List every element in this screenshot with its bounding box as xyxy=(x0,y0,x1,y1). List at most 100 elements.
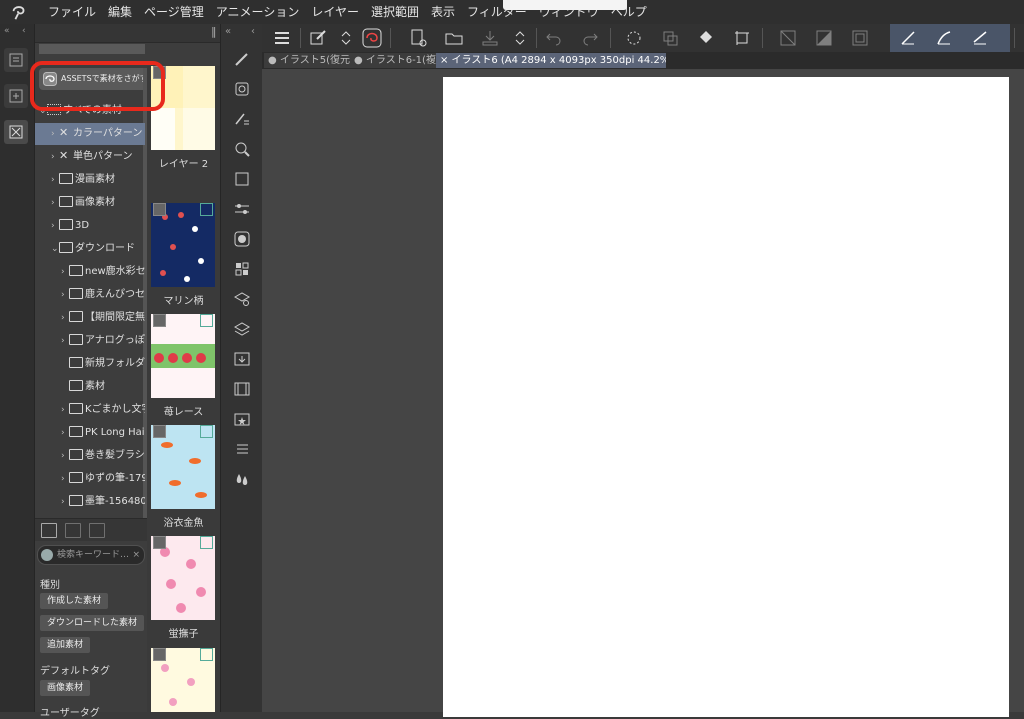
doc-tab-illust6-1[interactable]: ● イラスト6-1(複 xyxy=(350,53,442,68)
keyword-search-input[interactable]: 検索キーワード… × xyxy=(37,545,145,565)
chevron-right-icon[interactable]: › xyxy=(61,422,69,444)
chevron-right-icon[interactable]: › xyxy=(61,399,69,421)
material-thumbnail[interactable] xyxy=(151,203,215,287)
favorite-folder-icon[interactable] xyxy=(232,409,252,429)
material-thumbnail[interactable] xyxy=(151,314,215,398)
chevron-right-icon[interactable]: › xyxy=(51,215,59,237)
tag-created-materials[interactable]: 作成した素材 xyxy=(40,593,109,609)
updown-chevron-icon[interactable] xyxy=(336,28,356,48)
collapse-right-icon[interactable]: ‹ xyxy=(251,26,255,37)
menu-item[interactable]: 編集 xyxy=(108,0,132,24)
tree-item[interactable]: › 墨筆-156480 xyxy=(35,491,145,513)
menu-item[interactable]: ファイル xyxy=(48,0,96,24)
doc-tab-illust5[interactable]: ● イラスト5(復元 xyxy=(264,53,356,68)
panel-title-tab[interactable] xyxy=(39,44,145,54)
hamburger-menu-icon[interactable] xyxy=(272,28,292,48)
chevron-right-icon[interactable]: › xyxy=(51,123,59,145)
tree-item[interactable]: › アナログっぽ xyxy=(35,330,145,352)
canvas-paper[interactable] xyxy=(443,77,1009,717)
undo-icon[interactable] xyxy=(544,28,564,48)
tree-item[interactable]: 素材 xyxy=(35,376,145,398)
tree-item[interactable]: ⌄ ダウンロード xyxy=(35,238,145,260)
tree-item[interactable]: › PK Long Hair xyxy=(35,422,145,444)
fill-bucket-icon[interactable] xyxy=(696,28,716,48)
open-folder-icon[interactable] xyxy=(444,28,464,48)
chevron-right-icon[interactable]: › xyxy=(61,491,69,513)
strip-panel-b-icon[interactable] xyxy=(4,84,28,108)
assets-spiral-icon[interactable] xyxy=(362,28,382,48)
chevron-right-icon[interactable]: › xyxy=(51,192,59,214)
canvas-area[interactable] xyxy=(262,69,1024,717)
chevron-right-icon[interactable]: › xyxy=(61,261,69,283)
layer-search-icon[interactable] xyxy=(232,289,252,309)
chevron-right-icon[interactable]: › xyxy=(61,468,69,490)
collapse-left-icon[interactable]: « xyxy=(4,26,10,36)
thumbnail-checkbox[interactable] xyxy=(153,536,166,549)
adjust-sliders-icon[interactable] xyxy=(232,199,252,219)
material-thumbnail[interactable] xyxy=(151,425,215,509)
updown-chevron-icon-2[interactable] xyxy=(510,28,530,48)
tag-image-materials[interactable]: 画像素材 xyxy=(40,680,91,696)
strip-panel-a-icon[interactable] xyxy=(4,48,28,72)
water-drops-icon[interactable] xyxy=(232,469,252,489)
tool-property-icon[interactable] xyxy=(232,109,252,129)
doc-tab-illust6-active[interactable]: × イラスト6 (A4 2894 x 4093px 350dpi 44.2%) xyxy=(436,53,666,68)
copy-layers-icon[interactable] xyxy=(660,28,680,48)
pen-tool-icon[interactable] xyxy=(232,49,252,69)
tree-item[interactable]: › 【期間限定無料 xyxy=(35,307,145,329)
menu-item[interactable]: アニメーション xyxy=(216,0,300,24)
menu-item[interactable]: ページ管理 xyxy=(144,0,204,24)
sub-tool-icon[interactable] xyxy=(232,79,252,99)
tree-item[interactable]: › ✕ カラーパターン xyxy=(35,123,145,145)
tree-item[interactable]: › ゆずの筆-179 xyxy=(35,468,145,490)
gradient-square-icon[interactable] xyxy=(814,28,834,48)
border-square-icon[interactable] xyxy=(850,28,870,48)
thumbnail-checkbox[interactable] xyxy=(153,648,166,661)
tree-item[interactable]: 新規フォルダー xyxy=(35,353,145,375)
clear-search-icon[interactable]: × xyxy=(132,546,140,564)
chevron-down-icon[interactable]: ⌄ xyxy=(51,238,59,260)
layers-icon[interactable] xyxy=(232,319,252,339)
color-wheel-icon[interactable] xyxy=(232,229,252,249)
layer-property-icon[interactable] xyxy=(232,169,252,189)
chevron-right-icon[interactable]: › xyxy=(61,284,69,306)
panel-grip-icon[interactable]: ‖ xyxy=(211,25,217,38)
tree-item[interactable]: › ✕ 単色パターン xyxy=(35,146,145,168)
loading-spinner-icon[interactable] xyxy=(624,28,644,48)
chevron-right-icon[interactable]: › xyxy=(51,146,59,168)
save-icon[interactable] xyxy=(480,28,500,48)
tree-item[interactable]: › new鹿水彩セ xyxy=(35,261,145,283)
app-logo-icon[interactable] xyxy=(10,3,28,21)
tree-item[interactable]: › Kごまかし文字 xyxy=(35,399,145,421)
redo-icon[interactable] xyxy=(580,28,600,48)
history-list-icon[interactable] xyxy=(232,439,252,459)
tree-item[interactable]: › 画像素材 xyxy=(35,192,145,214)
thumbnail-checkbox[interactable] xyxy=(153,203,166,216)
tree-item[interactable]: › 3D xyxy=(35,215,145,237)
animation-timeline-icon[interactable] xyxy=(232,379,252,399)
color-set-icon[interactable] xyxy=(232,259,252,279)
stroke-curve-icon[interactable] xyxy=(934,28,954,48)
collapse-right-icon[interactable]: ‹ xyxy=(22,26,26,36)
menu-item[interactable]: 選択範囲 xyxy=(371,0,419,24)
new-folder-icon[interactable] xyxy=(41,523,57,538)
tree-item[interactable]: › 漫画素材 xyxy=(35,169,145,191)
material-download-icon[interactable] xyxy=(232,349,252,369)
crop-frame-icon[interactable] xyxy=(732,28,752,48)
tree-item[interactable]: › 鹿えんぴつセ xyxy=(35,284,145,306)
material-thumbnail[interactable] xyxy=(151,648,215,712)
menu-item[interactable]: 表示 xyxy=(431,0,455,24)
navigator-icon[interactable] xyxy=(232,139,252,159)
chevron-right-icon[interactable]: › xyxy=(61,307,69,329)
material-thumbnail[interactable] xyxy=(151,536,215,620)
stroke-soft-icon[interactable] xyxy=(970,28,990,48)
new-canvas-icon[interactable] xyxy=(408,28,428,48)
edit-folder-icon[interactable] xyxy=(89,523,105,538)
menu-item[interactable]: レイヤー xyxy=(311,0,359,24)
chevron-right-icon[interactable]: › xyxy=(51,169,59,191)
tag-added-materials[interactable]: 追加素材 xyxy=(40,637,91,653)
tag-downloaded-materials[interactable]: ダウンロードした素材 xyxy=(40,615,145,631)
tree-item[interactable]: › 巻き髪ブラシ xyxy=(35,445,145,467)
strip-material-icon[interactable] xyxy=(4,120,28,144)
copy-folder-icon[interactable] xyxy=(65,523,81,538)
